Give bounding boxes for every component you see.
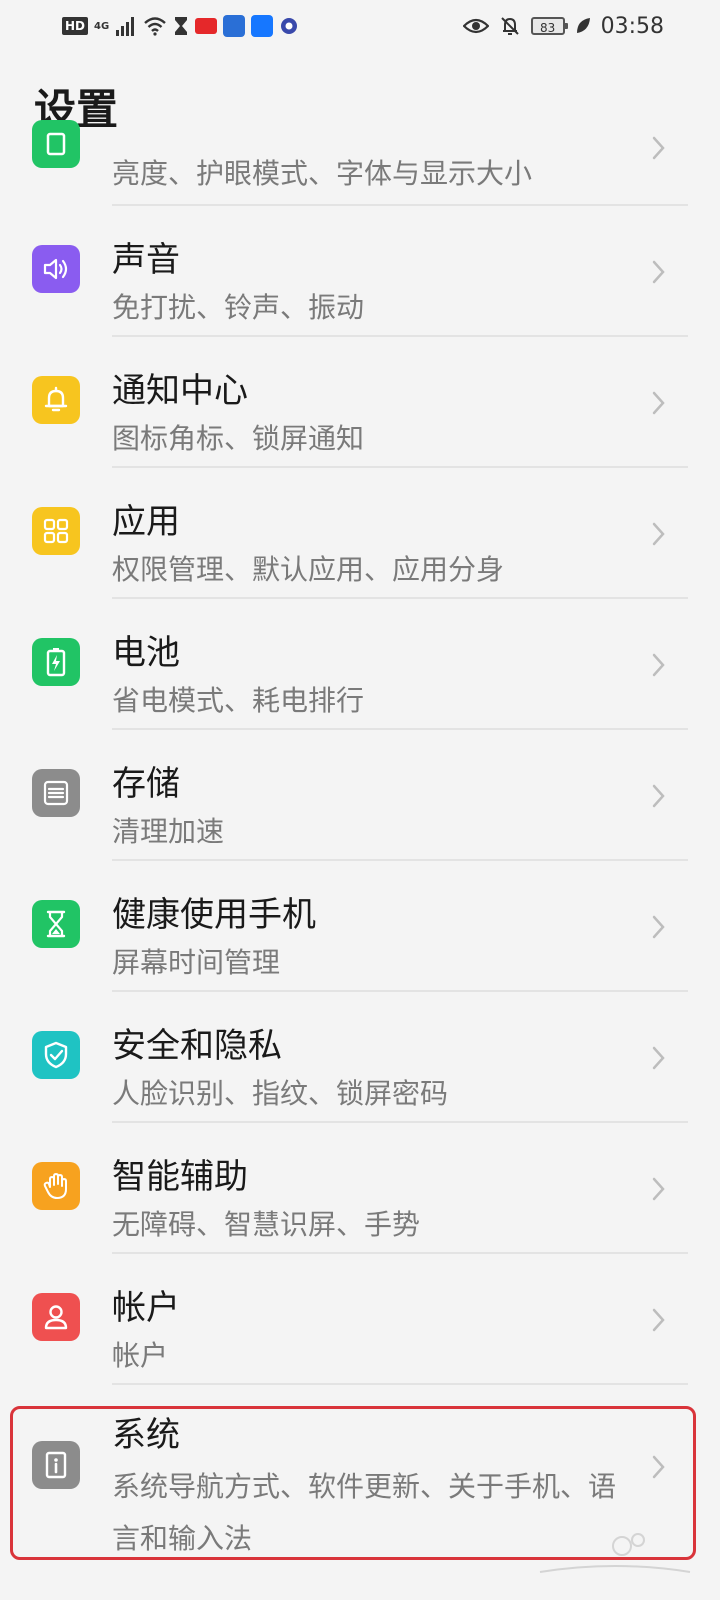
settings-item-title: 存储: [112, 764, 180, 804]
settings-item-subtitle: 人脸识别、指纹、锁屏密码: [112, 1077, 449, 1110]
network-type-label: 4G: [94, 20, 110, 32]
circle-app-icon: [281, 18, 298, 34]
chevron-right-icon: [652, 391, 665, 415]
chevron-right-icon: [652, 1046, 665, 1070]
status-bar-right: 83 03:58: [462, 12, 664, 40]
settings-item-subtitle: 免打扰、铃声、振动: [112, 291, 365, 324]
mute-bell-icon: [500, 17, 519, 35]
bell-icon: [32, 376, 80, 424]
settings-item-subtitle: 省电模式、耗电排行: [112, 684, 365, 717]
storage-icon: [32, 769, 80, 817]
hand-icon: [32, 1162, 80, 1210]
settings-item-security[interactable]: 安全和隐私 人脸识别、指纹、锁屏密码: [0, 992, 720, 1123]
news-app-icon: [223, 15, 246, 37]
chevron-right-icon: [652, 522, 665, 546]
alipay-app-icon: [251, 15, 274, 37]
status-bar-left: HD 4G: [62, 14, 299, 38]
signal-icon: [116, 17, 135, 36]
shield-icon: [32, 1031, 80, 1079]
chevron-right-icon: [652, 653, 665, 677]
hd-badge: HD: [62, 17, 89, 35]
settings-item-title: 智能辅助: [112, 1157, 248, 1197]
chevron-right-icon: [652, 260, 665, 284]
speaker-icon: [32, 245, 80, 293]
settings-item-storage[interactable]: 存储 清理加速: [0, 730, 720, 861]
settings-item-apps[interactable]: 应用 权限管理、默认应用、应用分身: [0, 468, 720, 599]
page-header: 设置: [0, 52, 720, 148]
chevron-right-icon: [652, 784, 665, 808]
display-icon: [32, 120, 80, 168]
settings-item-sound[interactable]: 声音 免打扰、铃声、振动: [0, 206, 720, 337]
settings-item-display[interactable]: 亮度、护眼模式、字体与显示大小: [0, 120, 720, 206]
settings-item-accessibility[interactable]: 智能辅助 无障碍、智慧识屏、手势: [0, 1123, 720, 1254]
settings-item-system[interactable]: 系统 系统导航方式、软件更新、关于手机、语言和输入法: [0, 1385, 720, 1555]
chevron-right-icon: [652, 915, 665, 939]
status-bar: HD 4G 83 03:58: [0, 0, 720, 52]
settings-item-title: 安全和隐私: [112, 1026, 282, 1066]
settings-item-subtitle: 图标角标、锁屏通知: [112, 422, 365, 455]
settings-item-digital-balance[interactable]: 健康使用手机 屏幕时间管理: [0, 861, 720, 992]
wifi-icon: [144, 17, 166, 36]
settings-item-title: 系统: [112, 1415, 180, 1455]
settings-item-subtitle: 清理加速: [112, 815, 225, 848]
settings-item-subtitle: 帐户: [112, 1339, 169, 1372]
chevron-right-icon: [652, 1308, 665, 1332]
settings-item-title: 电池: [112, 633, 180, 673]
clock: 03:58: [600, 13, 664, 39]
chevron-right-icon: [652, 1455, 665, 1479]
settings-item-title: 健康使用手机: [112, 895, 316, 935]
settings-item-subtitle: 屏幕时间管理: [112, 946, 281, 979]
chevron-right-icon: [652, 1177, 665, 1201]
settings-item-notification[interactable]: 通知中心 图标角标、锁屏通知: [0, 337, 720, 468]
weibo-app-icon: [195, 18, 218, 34]
apps-grid-icon: [32, 507, 80, 555]
settings-item-title: 声音: [112, 240, 180, 280]
settings-item-subtitle: 亮度、护眼模式、字体与显示大小: [112, 157, 533, 190]
info-icon: [32, 1441, 80, 1489]
settings-item-title: 通知中心: [112, 371, 248, 411]
chevron-right-icon: [652, 136, 665, 160]
settings-item-accounts[interactable]: 帐户 帐户: [0, 1254, 720, 1385]
settings-item-subtitle: 无障碍、智慧识屏、手势: [112, 1208, 421, 1241]
eye-icon: [462, 18, 489, 34]
user-icon: [32, 1293, 80, 1341]
settings-item-battery[interactable]: 电池 省电模式、耗电排行: [0, 599, 720, 730]
leaf-icon: [576, 18, 590, 33]
settings-item-title: 帐户: [112, 1288, 180, 1328]
battery-icon: [32, 638, 80, 686]
hourglass-icon: [32, 900, 80, 948]
settings-list: 亮度、护眼模式、字体与显示大小 声音 免打扰、铃声、振动 通知中心 图标角标、锁…: [0, 120, 720, 1555]
battery-indicator: 83: [530, 17, 568, 35]
settings-item-subtitle: 权限管理、默认应用、应用分身: [112, 553, 505, 586]
watermark-logo: [539, 1533, 691, 1573]
settings-item-title: 应用: [112, 502, 180, 542]
hourglass-status-icon: [175, 17, 188, 35]
